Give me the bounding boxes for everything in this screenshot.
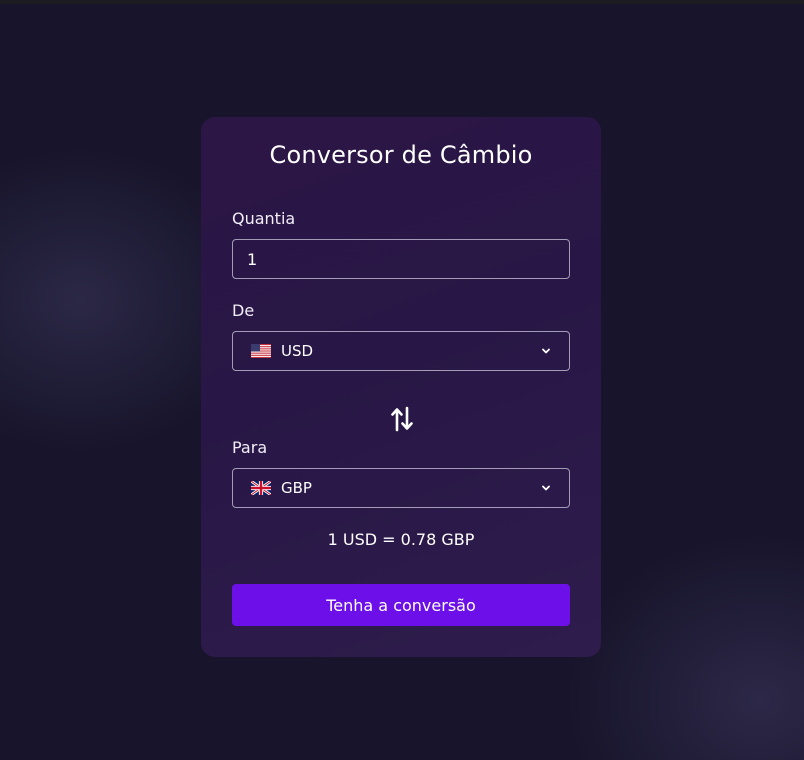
from-currency-select[interactable]: USD [232,331,570,371]
amount-input[interactable] [232,239,570,279]
to-label: Para [232,438,268,457]
swap-arrows-icon[interactable] [390,406,414,432]
amount-label: Quantia [232,209,296,228]
browser-top-strip [0,0,804,4]
card-title: Conversor de Câmbio [269,141,533,169]
to-currency-select[interactable]: GBP [232,468,570,508]
uk-flag-icon [251,481,271,495]
chevron-down-icon [542,348,550,354]
to-currency-code: GBP [281,479,312,497]
us-flag-icon [251,344,271,358]
chevron-down-icon [542,485,550,491]
from-currency-code: USD [281,342,314,360]
from-label: De [232,301,255,320]
convert-button[interactable]: Tenha a conversão [232,584,570,626]
exchange-rate-text: 1 USD = 0.78 GBP [327,530,475,549]
converter-card: Conversor de Câmbio Quantia De USD Pa [201,117,601,657]
